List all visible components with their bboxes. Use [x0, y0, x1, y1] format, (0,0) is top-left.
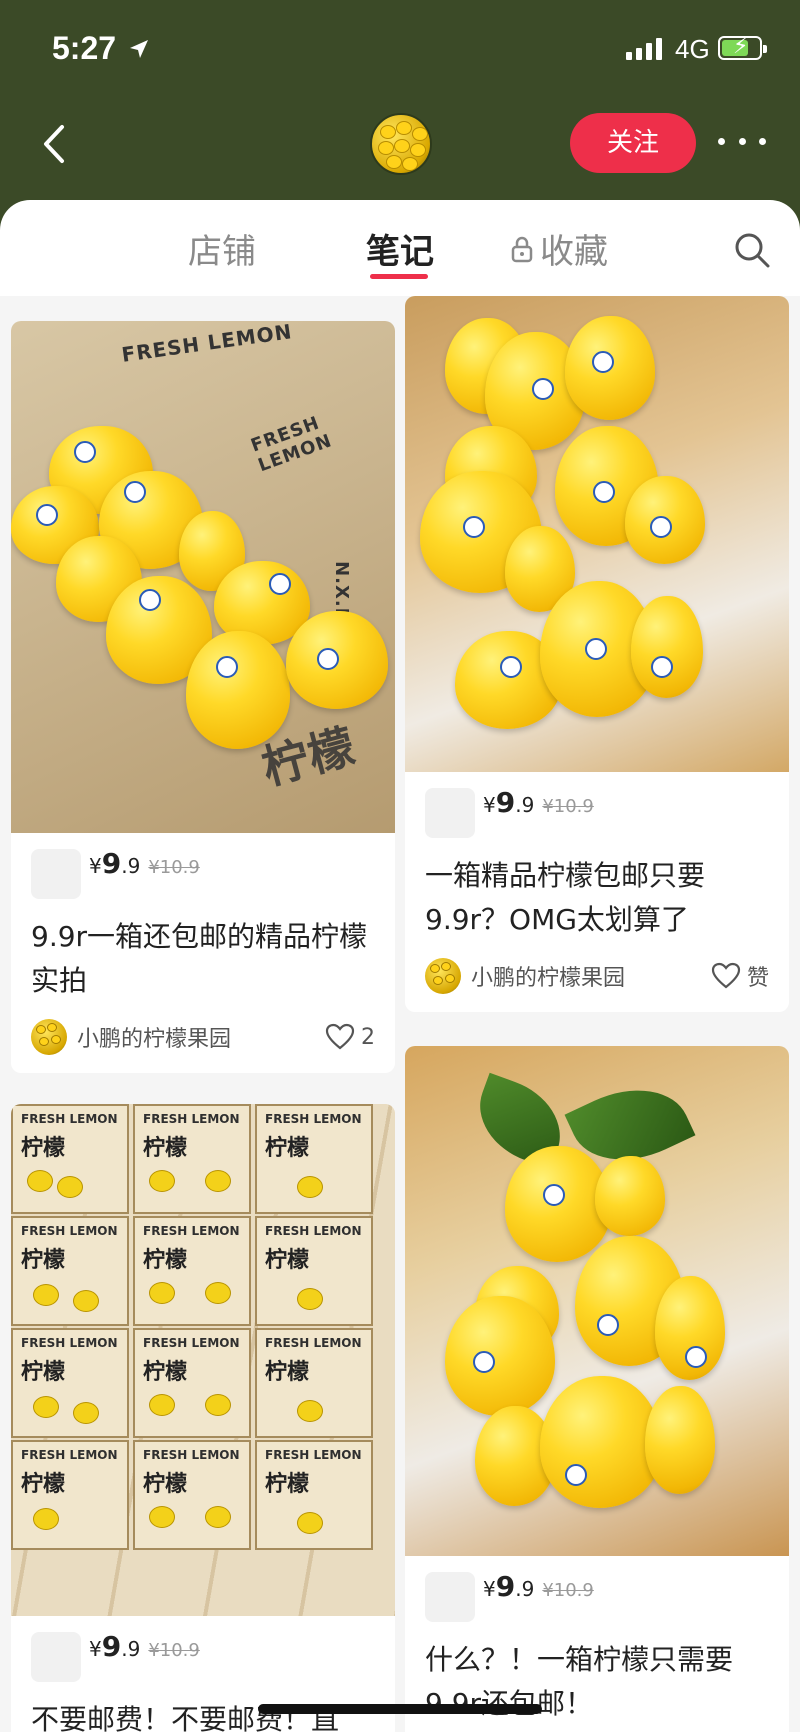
- price: ¥9.9: [483, 1570, 535, 1603]
- shop-avatar[interactable]: [370, 113, 432, 175]
- tab-favorites[interactable]: 收藏: [510, 224, 608, 273]
- note-card-body: ¥9.9 ¥10.9 不要邮费！不要邮费！直: [11, 1616, 395, 1732]
- tab-notes[interactable]: 笔记: [366, 224, 434, 279]
- cellular-signal-icon: [626, 36, 662, 60]
- original-price: ¥10.9: [148, 857, 200, 878]
- note-card-body: ¥9.9 ¥10.9 一箱精品柠檬包邮只要9.9r？OMG太划算了 小鹏的柠檬果…: [405, 772, 789, 1012]
- note-card[interactable]: ¥9.9 ¥10.9 什么？！一箱柠檬只需要9.9r还包邮！: [405, 1046, 789, 1732]
- box-print-text: FRESH LEMON: [120, 321, 294, 367]
- note-image[interactable]: [405, 1046, 789, 1556]
- status-bar: 5:27 4G ⚡: [0, 0, 800, 100]
- author-avatar[interactable]: [31, 1019, 67, 1055]
- original-price: ¥10.9: [542, 796, 594, 817]
- active-tab-indicator: [370, 274, 428, 279]
- like-label: 赞: [746, 966, 769, 991]
- like-button[interactable]: 2: [325, 1023, 375, 1051]
- note-image[interactable]: FRESH LEMON 柠檬 FRESH LEMON 柠檬 FRESH LEMON 柠…: [11, 1104, 395, 1616]
- note-card[interactable]: ¥9.9 ¥10.9 一箱精品柠檬包邮只要9.9r？OMG太划算了 小鹏的柠檬果…: [405, 296, 789, 1012]
- price: ¥9.9: [89, 1630, 141, 1663]
- price-row: ¥9.9 ¥10.9: [31, 1630, 375, 1684]
- box-print-text: FRESH LEMON: [248, 412, 335, 477]
- nav-bar: 关注: [0, 105, 800, 185]
- back-icon[interactable]: [36, 119, 76, 169]
- tab-store-label: 店铺: [188, 232, 256, 272]
- lock-icon: [511, 236, 533, 262]
- heart-icon: [711, 962, 741, 989]
- price-row: ¥9.9 ¥10.9: [425, 1570, 769, 1624]
- original-price: ¥10.9: [542, 1580, 594, 1601]
- more-options-icon[interactable]: [718, 131, 766, 151]
- tab-notes-label: 笔记: [366, 232, 434, 272]
- note-card[interactable]: FRESH LEMON 柠檬 FRESH LEMON 柠檬 FRESH LEMON 柠…: [11, 1104, 395, 1732]
- like-count: 2: [361, 1024, 375, 1050]
- status-time: 5:27: [52, 30, 117, 66]
- home-indicator[interactable]: [258, 1704, 542, 1714]
- original-price: ¥10.9: [148, 1640, 200, 1661]
- follow-button[interactable]: 关注: [570, 113, 696, 173]
- tab-store[interactable]: 店铺: [188, 224, 256, 273]
- author-name[interactable]: 小鹏的柠檬果园: [77, 1021, 325, 1053]
- note-title: 9.9r一箱还包邮的精品柠檬实拍: [31, 920, 368, 997]
- note-card-body: ¥9.9 ¥10.9 9.9r一箱还包邮的精品柠檬实拍 小鹏的柠檬果园 2: [11, 833, 395, 1073]
- product-thumbnail[interactable]: [425, 788, 475, 838]
- note-image[interactable]: [405, 296, 789, 772]
- price-row: ¥9.9 ¥10.9: [425, 786, 769, 840]
- notes-feed: FRESH LEMON FRESH LEMON N.X.P 柠檬 ¥9.9 ¥1…: [0, 296, 800, 1732]
- tab-favorites-label: 收藏: [540, 232, 608, 272]
- price-row: ¥9.9 ¥10.9: [31, 847, 375, 901]
- network-type: 4G: [675, 34, 710, 64]
- author-avatar[interactable]: [425, 958, 461, 994]
- note-card[interactable]: FRESH LEMON FRESH LEMON N.X.P 柠檬 ¥9.9 ¥1…: [11, 321, 395, 1073]
- like-button[interactable]: 赞: [711, 960, 769, 992]
- author-row: 小鹏的柠檬果园 2: [31, 1017, 375, 1057]
- heart-icon: [325, 1023, 355, 1050]
- author-name[interactable]: 小鹏的柠檬果园: [471, 960, 711, 992]
- price: ¥9.9: [89, 847, 141, 880]
- product-thumbnail[interactable]: [425, 1572, 475, 1622]
- product-thumbnail[interactable]: [31, 849, 81, 899]
- author-row: 小鹏的柠檬果园 赞: [425, 956, 769, 996]
- profile-header: 5:27 4G ⚡ 关注: [0, 0, 800, 230]
- note-title: 一箱精品柠檬包邮只要9.9r？OMG太划算了: [425, 859, 706, 936]
- location-arrow-icon: [130, 40, 148, 58]
- product-thumbnail[interactable]: [31, 1632, 81, 1682]
- note-image[interactable]: FRESH LEMON FRESH LEMON N.X.P 柠檬: [11, 321, 395, 833]
- tab-bar: 店铺 笔记 收藏: [0, 200, 800, 296]
- price: ¥9.9: [483, 786, 535, 819]
- battery-icon: ⚡: [718, 35, 767, 60]
- search-icon[interactable]: [732, 230, 772, 270]
